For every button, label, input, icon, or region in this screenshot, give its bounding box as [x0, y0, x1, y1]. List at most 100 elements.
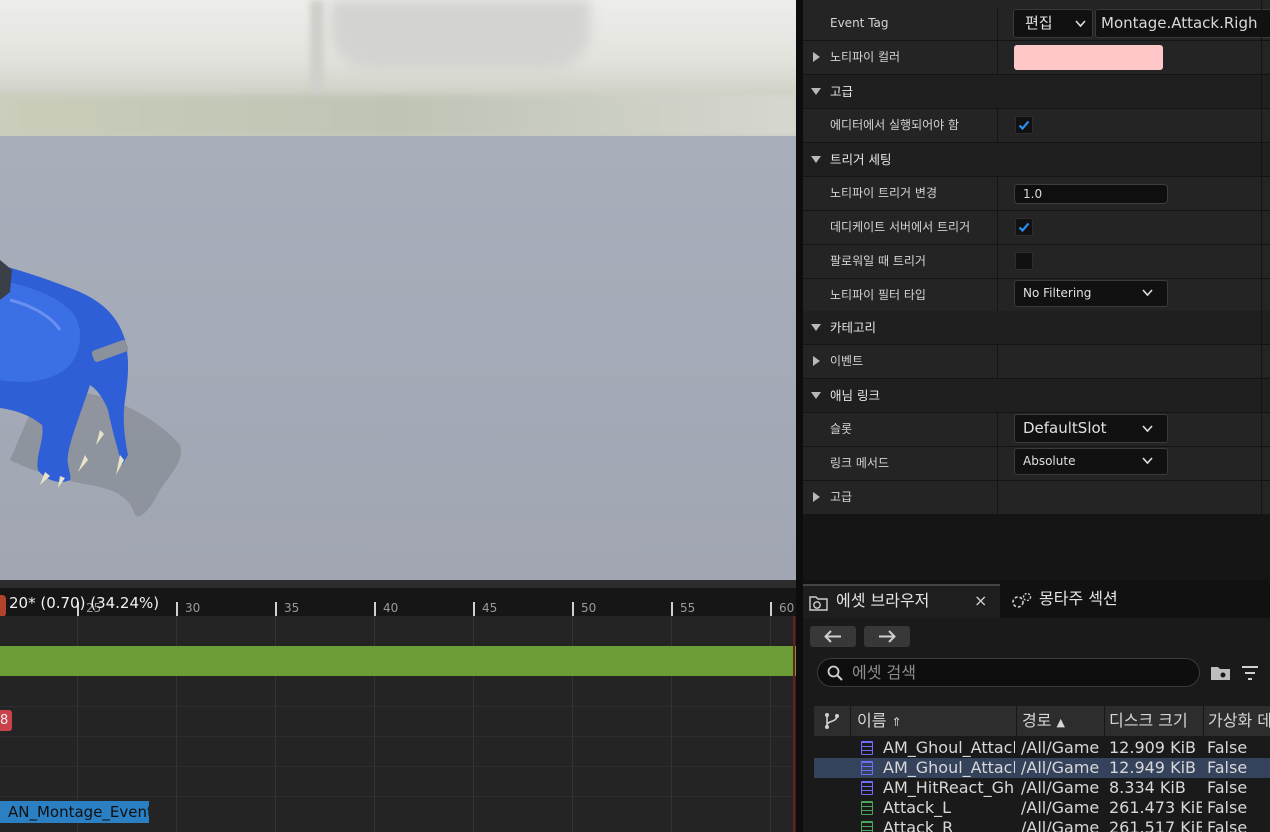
category-trigger-settings[interactable]: 트리거 세팅	[803, 143, 1270, 177]
tick-label: 45	[482, 601, 498, 615]
category-anim-link[interactable]: 애님 링크	[803, 379, 1270, 413]
trigger-chance-input[interactable]: 1.0	[1014, 184, 1168, 204]
link-method-label: 링크 메서드	[830, 456, 890, 470]
slot-row: 슬롯 DefaultSlot	[803, 413, 1270, 447]
chevron-down-icon	[1142, 289, 1153, 297]
filter-icon[interactable]	[1241, 665, 1259, 681]
viewport-background	[0, 0, 796, 136]
edit-tag-button[interactable]: 편집	[1013, 9, 1093, 38]
back-button[interactable]	[810, 626, 856, 647]
trigger-on-dedicated-server-row: 데디케이트 서버에서 트리거	[803, 211, 1270, 245]
expand-arrow-icon[interactable]	[813, 52, 820, 62]
frame-readout: 20* (0.70) (34.24%)	[9, 594, 160, 612]
trigger-on-follower-label: 팔로워일 때 트리거	[830, 254, 926, 268]
source-control-icon[interactable]	[823, 712, 841, 730]
checkmark-icon	[1018, 222, 1030, 233]
tick-label: 35	[284, 601, 300, 615]
link-method-combo[interactable]: Absolute	[1014, 448, 1168, 475]
panel-splitter[interactable]	[796, 0, 803, 832]
close-icon[interactable]: ×	[974, 584, 987, 618]
montage-event-notify[interactable]: AN_Montage_Event	[0, 801, 149, 823]
notify-color-swatch[interactable]	[1014, 45, 1163, 70]
advanced-collapsed-row[interactable]: 고급	[803, 481, 1270, 514]
notify-filter-type-label: 노티파이 필터 타입	[830, 288, 926, 302]
should-fire-in-editor-row: 에디터에서 실행되어야 함	[803, 109, 1270, 143]
trigger-chance-row: 노티파이 트리거 변경 1.0	[803, 177, 1270, 211]
tick-label: 55	[680, 601, 696, 615]
slot-combo[interactable]: DefaultSlot	[1014, 414, 1168, 443]
link-method-row: 링크 메서드 Absolute	[803, 447, 1270, 481]
montage-icon	[861, 761, 873, 775]
end-marker-line	[793, 616, 795, 832]
event-label: 이벤트	[830, 354, 864, 368]
asset-row[interactable]: AM_Ghoul_Attack /All/Game 12.909 KiB Fal…	[814, 738, 1270, 758]
chevron-down-icon	[1075, 20, 1086, 28]
column-virtualized[interactable]: 가상화 데	[1208, 706, 1270, 736]
asset-row[interactable]: AM_HitReact_Ghoul /All/Game 8.334 KiB Fa…	[814, 778, 1270, 798]
notify-color-label: 노티파이 컬러	[830, 50, 901, 64]
category-label: 트리거 세팅	[830, 152, 892, 167]
collapse-arrow-icon[interactable]	[811, 88, 821, 95]
asset-browser-icon	[809, 596, 828, 611]
notify-filter-type-row: 노티파이 필터 타입 No Filtering	[803, 279, 1270, 313]
checkmark-icon	[1018, 120, 1030, 131]
advanced-label: 고급	[830, 490, 853, 504]
tab-asset-browser[interactable]: 에셋 브라우저 ×	[803, 584, 1000, 618]
slot-label: 슬롯	[830, 422, 853, 436]
asset-search-input[interactable]: 에셋 검색	[817, 658, 1200, 687]
trigger-chance-label: 노티파이 트리거 변경	[830, 186, 937, 200]
trigger-on-follower-checkbox[interactable]	[1015, 252, 1033, 270]
trigger-on-dedicated-server-checkbox[interactable]	[1015, 218, 1033, 236]
column-path[interactable]: 경로 ▲	[1022, 706, 1102, 736]
arrow-right-icon	[879, 630, 896, 643]
asset-row[interactable]: Attack_L /All/Game 261.473 KiB False	[814, 798, 1270, 818]
folder-filter-icon[interactable]	[1210, 664, 1232, 682]
playhead[interactable]	[0, 595, 6, 617]
trigger-on-dedicated-server-label: 데디케이트 서버에서 트리거	[830, 220, 971, 234]
event-tag-value-field[interactable]: Montage.Attack.Righ	[1095, 9, 1270, 38]
sort-icon: ⇑	[891, 715, 902, 729]
category-label: 애님 링크	[830, 388, 880, 403]
tick-label: 40	[383, 601, 399, 615]
tab-montage-sections[interactable]: 몽타주 섹션	[1005, 584, 1205, 618]
search-icon	[827, 665, 843, 681]
category-label: 카테고리	[830, 320, 877, 335]
asset-row-selected[interactable]: AM_Ghoul_Attack /All/Game 12.949 KiB Fal…	[814, 758, 1270, 778]
column-disk-size[interactable]: 디스크 크기	[1109, 706, 1204, 736]
event-row[interactable]: 이벤트	[803, 345, 1270, 379]
notify-filter-type-combo[interactable]: No Filtering	[1014, 280, 1168, 307]
tick-label: 30	[185, 601, 201, 615]
time-ruler[interactable]: 25 30 35 40 45 50 55 60 20* (0.70) (34.2…	[0, 588, 796, 617]
montage-section-bar[interactable]	[0, 646, 796, 676]
details-panel: Event Tag 편집 Montage.Attack.Righ 노티파이 컬러…	[803, 0, 1270, 514]
forward-button[interactable]	[864, 626, 910, 647]
collapse-arrow-icon[interactable]	[811, 324, 821, 331]
3d-viewport[interactable]	[0, 0, 796, 580]
anim-sequence-icon	[861, 821, 873, 832]
collapse-arrow-icon[interactable]	[811, 392, 821, 399]
sort-asc-icon: ▲	[1056, 716, 1066, 729]
notify-marker[interactable]: 8	[0, 710, 12, 731]
event-tag-row: Event Tag 편집 Montage.Attack.Righ	[803, 7, 1270, 41]
montage-sections-icon	[1012, 592, 1032, 608]
should-fire-in-editor-label: 에디터에서 실행되어야 함	[830, 118, 960, 132]
expand-arrow-icon[interactable]	[813, 492, 820, 502]
column-name[interactable]: 이름 ⇑	[857, 706, 1017, 736]
chevron-down-icon	[1142, 457, 1153, 465]
ghoul-character-preview	[0, 260, 181, 517]
asset-table-header: 이름 ⇑ 경로 ▲ 디스크 크기 가상화 데	[814, 706, 1270, 736]
should-fire-in-editor-checkbox[interactable]	[1015, 116, 1033, 134]
asset-row[interactable]: Attack_R /All/Game 261.517 KiB False	[814, 818, 1270, 832]
montage-timeline[interactable]: 25 30 35 40 45 50 55 60 20* (0.70) (34.2…	[0, 580, 796, 832]
tick-label: 60	[779, 601, 795, 615]
chevron-down-icon	[1142, 425, 1153, 433]
notify-color-row[interactable]: 노티파이 컬러	[803, 41, 1270, 75]
category-category[interactable]: 카테고리	[803, 311, 1270, 345]
trigger-on-follower-row: 팔로워일 때 트리거	[803, 245, 1270, 279]
category-label: 고급	[830, 84, 854, 99]
category-advanced[interactable]: 고급	[803, 75, 1270, 109]
montage-icon	[861, 741, 873, 755]
expand-arrow-icon[interactable]	[813, 356, 820, 366]
tick-label: 50	[581, 601, 597, 615]
collapse-arrow-icon[interactable]	[811, 156, 821, 163]
